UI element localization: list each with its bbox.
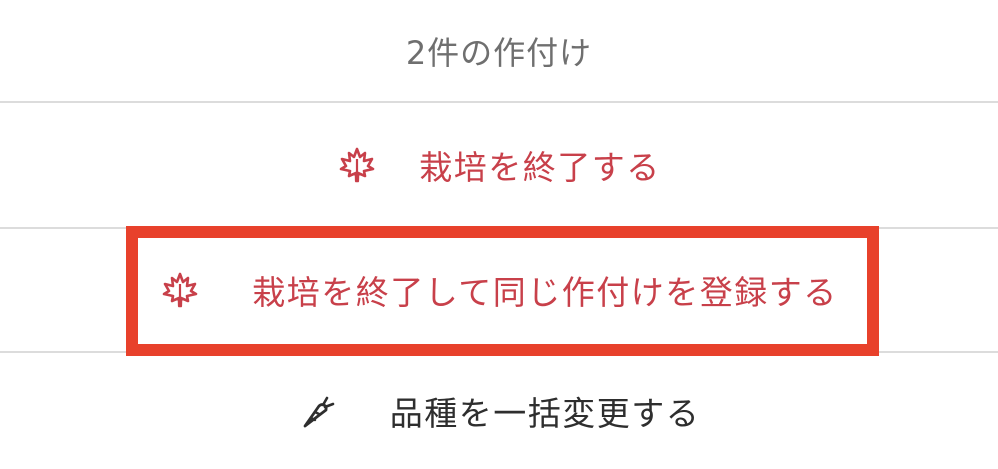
bulk-change-variety-button[interactable]: 品種を一括変更する: [0, 353, 998, 469]
sheet-header: 2件の作付け: [0, 0, 998, 103]
carrot-icon: [298, 391, 338, 431]
end-cultivation-button[interactable]: 栽培を終了する: [0, 103, 998, 229]
bulk-change-variety-label: 品種を一括変更する: [389, 394, 701, 433]
sheet-title: 2件の作付け: [405, 33, 593, 72]
maple-leaf-icon: [160, 270, 200, 310]
end-and-register-label: 栽培を終了して同じ作付けを登録する: [252, 273, 838, 312]
maple-leaf-icon: [337, 145, 377, 185]
action-sheet: 2件の作付け 栽培を終了する 栽培を終了して同じ作付けを登録する 品種を一括変更…: [0, 0, 998, 469]
end-and-register-same-crop-button[interactable]: 栽培を終了して同じ作付けを登録する: [0, 229, 998, 353]
end-cultivation-label: 栽培を終了する: [419, 148, 661, 187]
